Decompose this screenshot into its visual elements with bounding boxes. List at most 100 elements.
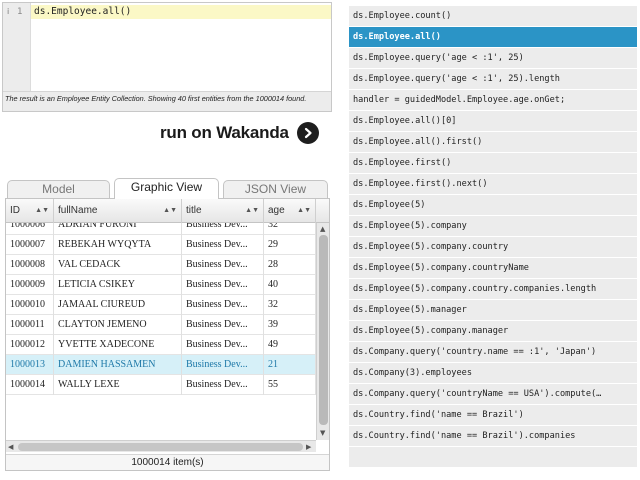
query-item[interactable]: ds.Country.find('name == Brazil'): [349, 405, 637, 426]
query-list: ds.Employee.count() ds.Employee.all() ds.E…: [349, 6, 637, 468]
cell-id: 1000006: [6, 223, 54, 235]
cell-fullname: DAMIEN HASSAMEN: [54, 355, 182, 375]
table-row[interactable]: 1000009 LETICIA CSIKEY Business Dev... 40: [6, 275, 316, 295]
run-label[interactable]: run on Wakanda: [160, 123, 289, 143]
cell-title: Business Dev...: [182, 275, 264, 295]
cell-id: 1000013: [6, 355, 54, 375]
app-root: i 1 ds.Employee.all() The result is an E…: [0, 0, 640, 480]
query-item[interactable]: ds.Employee.all(): [349, 27, 637, 48]
cell-fullname: JAMAAL CIUREUD: [54, 295, 182, 315]
cell-id: 1000008: [6, 255, 54, 275]
code-editor[interactable]: i 1 ds.Employee.all() The result is an E…: [2, 2, 332, 112]
cell-fullname: LETICIA CSIKEY: [54, 275, 182, 295]
query-item[interactable]: ds.Employee(5).company.country.companies…: [349, 279, 637, 300]
table-row[interactable]: 1000006 ADRIAN FURONI Business Dev... 32: [6, 223, 316, 235]
cell-id: 1000010: [6, 295, 54, 315]
table-row[interactable]: 1000014 WALLY LEXE Business Dev... 55: [6, 375, 316, 395]
cell-fullname: ADRIAN FURONI: [54, 223, 182, 235]
query-item[interactable]: ds.Employee.all()[0]: [349, 111, 637, 132]
query-item[interactable]: ds.Employee.count(): [349, 6, 637, 27]
column-header-fullname[interactable]: fullName ▲▼: [54, 199, 182, 223]
cell-fullname: REBEKAH WYQYTA: [54, 235, 182, 255]
query-item[interactable]: ds.Employee(5).company.manager: [349, 321, 637, 342]
cell-title: Business Dev...: [182, 295, 264, 315]
query-item[interactable]: ds.Employee.first().next(): [349, 174, 637, 195]
run-on-wakanda[interactable]: run on Wakanda: [160, 122, 319, 144]
data-grid: ID ▲▼ fullName ▲▼ title ▲▼ age ▲▼ 1000006 ADR…: [5, 198, 330, 471]
sort-icon[interactable]: ▲▼: [163, 199, 177, 223]
cell-title: Business Dev...: [182, 223, 264, 235]
cell-age: 32: [264, 295, 316, 315]
table-row[interactable]: 1000013 DAMIEN HASSAMEN Business Dev... 21: [6, 355, 316, 375]
item-count: 1000014 item(s): [6, 454, 329, 470]
cell-age: 40: [264, 275, 316, 295]
cell-title: Business Dev...: [182, 335, 264, 355]
query-item[interactable]: ds.Country.find('name == Brazil').compan…: [349, 426, 637, 447]
cell-fullname: VAL CEDACK: [54, 255, 182, 275]
query-item[interactable]: ds.Employee(5).manager: [349, 300, 637, 321]
sort-icon[interactable]: ▲▼: [297, 199, 311, 223]
cell-title: Business Dev...: [182, 355, 264, 375]
table-row[interactable]: 1000007 REBEKAH WYQYTA Business Dev... 29: [6, 235, 316, 255]
query-item[interactable]: ds.Employee.first(): [349, 153, 637, 174]
table-row[interactable]: 1000010 JAMAAL CIUREUD Business Dev... 32: [6, 295, 316, 315]
cell-title: Business Dev...: [182, 235, 264, 255]
column-header-id[interactable]: ID ▲▼: [6, 199, 54, 223]
query-item[interactable]: ds.Employee(5).company.country: [349, 237, 637, 258]
cell-fullname: CLAYTON JEMENO: [54, 315, 182, 335]
view-tabs: Model Graphic View JSON View: [5, 178, 330, 199]
cell-title: Business Dev...: [182, 315, 264, 335]
column-header-label: fullName: [58, 205, 98, 216]
table-row[interactable]: 1000011 CLAYTON JEMENO Business Dev... 39: [6, 315, 316, 335]
cell-age: 28: [264, 255, 316, 275]
line-number: 1: [17, 7, 23, 17]
tab-json-view[interactable]: JSON View: [223, 180, 328, 198]
grid-body: 1000006 ADRIAN FURONI Business Dev... 32 100…: [6, 223, 316, 454]
query-item[interactable]: ds.Company(3).employees: [349, 363, 637, 384]
column-header-label: title: [186, 205, 202, 216]
cell-age: 55: [264, 375, 316, 395]
grid-header: ID ▲▼ fullName ▲▼ title ▲▼ age ▲▼: [6, 199, 329, 223]
query-item[interactable]: [349, 447, 637, 468]
cell-title: Business Dev...: [182, 255, 264, 275]
cell-id: 1000012: [6, 335, 54, 355]
scroll-up-icon[interactable]: ▲: [320, 225, 325, 233]
query-item[interactable]: ds.Employee.query('age < :1', 25): [349, 48, 637, 69]
cell-fullname: WALLY LEXE: [54, 375, 182, 395]
query-item[interactable]: ds.Employee(5).company.countryName: [349, 258, 637, 279]
play-arrow-icon[interactable]: [296, 122, 319, 144]
table-row[interactable]: 1000012 YVETTE XADECONE Business Dev... 49: [6, 335, 316, 355]
cell-age: 39: [264, 315, 316, 335]
code-line[interactable]: ds.Employee.all(): [31, 5, 331, 19]
tab-graphic-view[interactable]: Graphic View: [114, 178, 219, 199]
query-item[interactable]: ds.Company.query('country.name == :1', '…: [349, 342, 637, 363]
cell-id: 1000011: [6, 315, 54, 335]
cell-id: 1000014: [6, 375, 54, 395]
cell-title: Business Dev...: [182, 375, 264, 395]
scroll-thumb[interactable]: [18, 443, 303, 451]
vertical-scrollbar[interactable]: ▲ ▼: [316, 223, 329, 440]
sort-icon[interactable]: ▲▼: [245, 199, 259, 223]
cell-age: 49: [264, 335, 316, 355]
column-header-age[interactable]: age ▲▼: [264, 199, 316, 223]
scroll-left-icon[interactable]: ◀: [8, 443, 13, 451]
query-item[interactable]: ds.Employee(5): [349, 195, 637, 216]
cell-id: 1000007: [6, 235, 54, 255]
horizontal-scrollbar[interactable]: ◀ ▶: [6, 440, 316, 452]
cell-id: 1000009: [6, 275, 54, 295]
editor-gutter: i 1: [3, 3, 31, 91]
column-header-title[interactable]: title ▲▼: [182, 199, 264, 223]
result-message: The result is an Employee Entity Collect…: [3, 91, 331, 111]
info-icon: i: [7, 7, 10, 16]
scroll-thumb[interactable]: [319, 235, 328, 425]
scroll-down-icon[interactable]: ▼: [320, 429, 325, 437]
query-item[interactable]: ds.Employee.all().first(): [349, 132, 637, 153]
query-item[interactable]: handler = guidedModel.Employee.age.onGet…: [349, 90, 637, 111]
sort-icon[interactable]: ▲▼: [35, 199, 49, 223]
tab-model[interactable]: Model: [7, 180, 110, 198]
query-item[interactable]: ds.Employee.query('age < :1', 25).length: [349, 69, 637, 90]
query-item[interactable]: ds.Employee(5).company: [349, 216, 637, 237]
scroll-right-icon[interactable]: ▶: [306, 443, 311, 451]
query-item[interactable]: ds.Company.query('countryName == USA').c…: [349, 384, 637, 405]
table-row[interactable]: 1000008 VAL CEDACK Business Dev... 28: [6, 255, 316, 275]
